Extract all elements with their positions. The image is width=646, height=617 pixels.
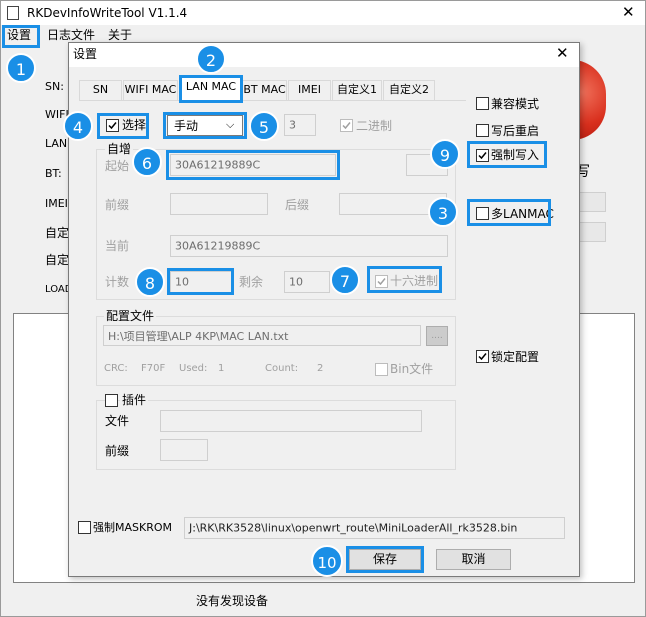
annotation-badge-2: 2: [196, 44, 226, 74]
status-text: 没有发现设备: [196, 594, 269, 608]
window-title: RKDevInfoWriteTool V1.1.4: [27, 6, 188, 20]
auto-inc-group-label: 自增: [105, 142, 134, 156]
prefix-label: 前缀: [105, 198, 130, 212]
tab-imei[interactable]: IMEI: [288, 80, 331, 100]
save-button-highlight: [346, 546, 424, 573]
current-field: 30A61219889C: [170, 235, 448, 257]
main-right-field-1: [578, 192, 606, 212]
start-field-highlight: [166, 150, 340, 180]
select-checkbox-highlight: [97, 113, 149, 139]
config-file-browse-button[interactable]: ....: [426, 326, 448, 346]
reboot-after-write-label: 写后重启: [491, 124, 540, 138]
menu-logfile[interactable]: 日志文件: [47, 29, 95, 41]
lock-config-label: 锁定配置: [491, 350, 540, 364]
compat-mode-checkbox[interactable]: [476, 97, 489, 110]
annotation-badge-4: 4: [63, 111, 93, 141]
count-field-highlight: [167, 268, 234, 295]
annotation-badge-8: 8: [135, 267, 165, 297]
tab-custom2[interactable]: 自定义2: [383, 80, 435, 100]
dialog-title-bar: [69, 43, 579, 67]
suffix-label: 后缀: [285, 198, 310, 212]
label-bt: BT:: [45, 167, 62, 180]
annotation-badge-7: 7: [330, 265, 360, 295]
annotation-badge-9: 9: [430, 139, 460, 169]
count-label: 计数: [105, 275, 130, 289]
dialog-close-icon[interactable]: ✕: [556, 46, 569, 61]
annotation-badge-10: 10: [311, 545, 343, 577]
tab-panel-border: [79, 100, 466, 101]
loader-path-field: J:\RK\RK3528\linux\openwrt_route\MiniLoa…: [184, 517, 565, 539]
label-custom1: 自定: [45, 226, 70, 240]
used-label: Used:: [179, 363, 208, 374]
tab-bt-mac[interactable]: BT MAC: [242, 80, 287, 100]
force-write-highlight: [467, 141, 547, 168]
plugin-file-field[interactable]: [160, 410, 422, 432]
menu-about[interactable]: 关于: [108, 29, 132, 41]
annotation-badge-6: 6: [132, 147, 162, 177]
plugin-checkbox[interactable]: [105, 394, 118, 407]
label-imei: IMEI: [45, 197, 68, 210]
tab-wifi-mac[interactable]: WIFI MAC: [123, 80, 178, 100]
tab-lan-mac-highlight: [179, 75, 243, 103]
multi-lanmac-highlight: [467, 199, 551, 226]
hex-checkbox-highlight: [367, 266, 442, 293]
config-file-group-label: 配置文件: [104, 309, 157, 323]
label-sn: SN:: [45, 80, 64, 93]
reboot-after-write-checkbox[interactable]: [476, 124, 489, 137]
remain-label: 剩余: [239, 275, 264, 289]
config-file-path: H:\项目管理\ALP 4KP\MAC LAN.txt: [103, 325, 421, 346]
menu-settings-highlight: [2, 25, 40, 48]
crc-value: F70F: [141, 363, 166, 374]
force-maskrom-checkbox[interactable]: [78, 521, 91, 534]
annotation-badge-1: 1: [6, 53, 36, 83]
used-value: 1: [218, 363, 225, 374]
plugin-prefix-field[interactable]: [160, 439, 208, 461]
dialog-title: 设置: [73, 47, 98, 61]
annotation-badge-3: 3: [428, 197, 458, 227]
force-maskrom-label: 强制MASKROM: [93, 521, 173, 534]
lock-config-checkbox[interactable]: [476, 350, 489, 363]
tab-sn[interactable]: SN: [79, 80, 122, 100]
plugin-label: 插件: [120, 393, 149, 407]
count-file-value: 2: [317, 363, 324, 374]
crc-label: CRC:: [104, 363, 128, 374]
app-icon: [7, 6, 19, 20]
bin-file-checkbox: [375, 363, 388, 376]
label-lan: LAN:: [45, 137, 71, 150]
tab-custom1[interactable]: 自定义1: [332, 80, 382, 100]
count-file-label: Count:: [265, 363, 299, 374]
plugin-file-label: 文件: [105, 414, 130, 428]
prefix-field[interactable]: [170, 193, 268, 215]
bin-file-label: Bin文件: [390, 362, 434, 376]
annotation-badge-5: 5: [249, 111, 279, 141]
current-label: 当前: [105, 239, 130, 253]
label-custom2: 自定: [45, 253, 70, 267]
mode-dropdown-highlight: [163, 112, 247, 139]
compat-mode-label: 兼容模式: [491, 97, 540, 111]
start-label: 起始: [105, 159, 130, 173]
binary-label: 二进制: [356, 119, 393, 133]
binary-checkbox: [340, 119, 353, 132]
length-field: 3: [284, 114, 316, 136]
main-right-field-2: [578, 222, 606, 242]
remain-field: 10: [284, 271, 330, 293]
plugin-prefix-label: 前缀: [105, 444, 130, 458]
window-close-icon[interactable]: ✕: [622, 5, 635, 20]
cancel-button[interactable]: 取消: [436, 549, 511, 570]
